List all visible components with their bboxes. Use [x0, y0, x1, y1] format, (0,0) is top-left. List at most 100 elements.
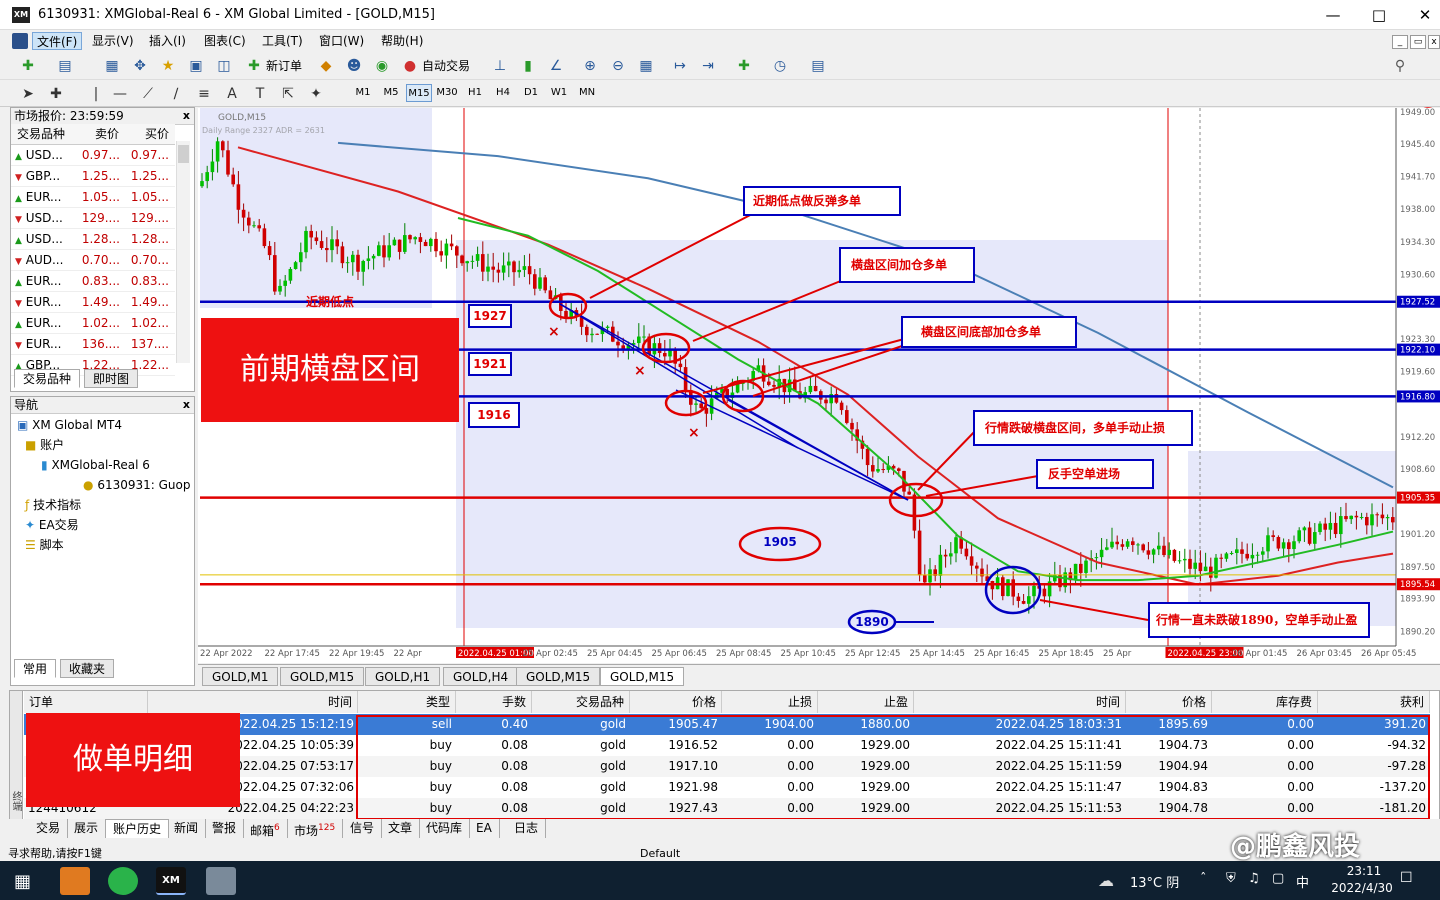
- menu-window[interactable]: 窗口(W): [315, 32, 368, 50]
- metaeditor-icon[interactable]: ◆: [316, 56, 336, 76]
- new-chart-icon[interactable]: ✚: [18, 56, 38, 76]
- col-symbol[interactable]: 交易品种: [532, 691, 630, 713]
- col-sl[interactable]: 止损: [722, 691, 818, 713]
- close-navigator-icon[interactable]: x: [183, 398, 190, 411]
- line-chart-icon[interactable]: ∠: [546, 56, 566, 76]
- tile-windows-icon[interactable]: ▦: [636, 56, 656, 76]
- tree-root[interactable]: ▣ XM Global MT4: [17, 415, 122, 435]
- tree-accounts[interactable]: ■ 账户: [25, 435, 64, 455]
- terminal-tab[interactable]: 邮箱6: [243, 819, 288, 838]
- mdi-close-button[interactable]: x: [1428, 35, 1440, 49]
- zoom-out-icon[interactable]: ⊖: [608, 56, 628, 76]
- tf-w1[interactable]: W1: [546, 84, 572, 102]
- fibonacci-icon[interactable]: ≡: [194, 84, 214, 104]
- tree-indicators[interactable]: ƒ 技术指标: [25, 495, 81, 515]
- market-watch-row[interactable]: ▼ EUR... 136.... 137....: [11, 334, 175, 355]
- text-label-icon[interactable]: T: [250, 84, 270, 104]
- market-watch-row[interactable]: ▼ USD... 129.... 129....: [11, 208, 175, 229]
- tree-account[interactable]: ● 6130931: Guop: [83, 475, 190, 495]
- terminal-tab[interactable]: 展示: [67, 819, 107, 838]
- terminal-tab[interactable]: 警报: [205, 819, 245, 838]
- horizontal-line-icon[interactable]: —: [110, 84, 130, 104]
- menu-charts[interactable]: 图表(C): [200, 32, 250, 50]
- notifications-icon[interactable]: ☐: [1400, 870, 1413, 886]
- periods-icon[interactable]: ◷: [770, 56, 790, 76]
- data-window-icon[interactable]: ★: [158, 56, 178, 76]
- indicators-icon[interactable]: ✚: [734, 56, 754, 76]
- menu-view[interactable]: 显示(V): [88, 32, 138, 50]
- menu-tools[interactable]: 工具(T): [258, 32, 307, 50]
- tab-favorites[interactable]: 收藏夹: [60, 659, 115, 678]
- terminal-tab[interactable]: 新闻: [167, 819, 207, 838]
- chart-tab-3[interactable]: GOLD,H1: [365, 667, 441, 686]
- clock-date[interactable]: 2022/4/30: [1322, 881, 1402, 895]
- tab-common[interactable]: 常用: [14, 659, 57, 678]
- templates-icon[interactable]: ▤: [808, 56, 828, 76]
- tree-scripts[interactable]: ☰ 脚本: [25, 535, 64, 555]
- chart-tab-1[interactable]: GOLD,M1: [202, 667, 279, 686]
- chart-tab-6[interactable]: GOLD,M15: [600, 667, 685, 686]
- chart-shift-icon[interactable]: ⇥: [698, 56, 718, 76]
- market-watch-row[interactable]: ▼ AUD... 0.70... 0.70...: [11, 250, 175, 271]
- market-watch-row[interactable]: ▼ EUR... 1.49... 1.49...: [11, 292, 175, 313]
- tf-d1[interactable]: D1: [518, 84, 544, 102]
- tree-server[interactable]: ▮ XMGlobal-Real 6: [41, 455, 150, 475]
- market-watch-row[interactable]: ▲ EUR... 0.83... 0.83...: [11, 271, 175, 292]
- terminal-tab[interactable]: 市场125: [287, 819, 344, 838]
- tf-h4[interactable]: H4: [490, 84, 516, 102]
- col-symbol[interactable]: 交易品种: [11, 124, 77, 144]
- col-order[interactable]: 订单: [24, 691, 148, 713]
- tf-m1[interactable]: M1: [350, 84, 376, 102]
- terminal-tab[interactable]: 账户历史: [105, 819, 170, 838]
- mdi-restore-button[interactable]: ▭: [1410, 35, 1426, 49]
- market-watch-row[interactable]: ▲ USD... 1.28... 1.28...: [11, 229, 175, 250]
- terminal-tab[interactable]: EA: [469, 819, 500, 838]
- col-open-time[interactable]: 时间: [148, 691, 358, 713]
- shapes-icon[interactable]: ✦: [306, 84, 326, 104]
- search-icon[interactable]: ⚲: [1390, 56, 1410, 76]
- tf-m5[interactable]: M5: [378, 84, 404, 102]
- new-order-icon[interactable]: ✚: [244, 56, 264, 76]
- auto-trading-button[interactable]: 自动交易: [422, 57, 470, 75]
- volume-icon[interactable]: ♫: [1248, 871, 1260, 886]
- auto-trading-icon[interactable]: ●: [400, 56, 420, 76]
- col-lots[interactable]: 手数: [456, 691, 532, 713]
- tf-m30[interactable]: M30: [434, 84, 460, 102]
- cursor-icon[interactable]: ➤: [18, 84, 38, 104]
- tab-symbols[interactable]: 交易品种: [14, 369, 81, 388]
- menu-insert[interactable]: 插入(I): [145, 32, 190, 50]
- security-icon[interactable]: ⛨: [1226, 871, 1236, 886]
- wechat-icon[interactable]: [108, 867, 138, 895]
- bar-chart-icon[interactable]: ⊥: [490, 56, 510, 76]
- navigator-icon[interactable]: ✥: [130, 56, 150, 76]
- col-bid[interactable]: 卖价: [77, 124, 123, 144]
- chart-window[interactable]: GOLD,M15 Daily Range 2327 ADR = 2631 × × ×…: [198, 108, 1440, 663]
- signals-icon[interactable]: ◉: [372, 56, 392, 76]
- col-tp[interactable]: 止盈: [818, 691, 914, 713]
- col-close-price[interactable]: 价格: [1126, 691, 1212, 713]
- chart-tab-5[interactable]: GOLD,M15: [516, 667, 601, 686]
- col-profit[interactable]: 获利: [1318, 691, 1430, 713]
- market-watch-row[interactable]: ▲ EUR... 1.02... 1.02...: [11, 313, 175, 334]
- auto-scroll-icon[interactable]: ↦: [670, 56, 690, 76]
- crosshair-icon[interactable]: ✚: [46, 84, 66, 104]
- trendline-icon[interactable]: ⟋: [138, 84, 158, 104]
- terminal-tab[interactable]: 交易: [29, 819, 69, 838]
- market-watch-row[interactable]: ▲ EUR... 1.05... 1.05...: [11, 187, 175, 208]
- terminal-tab[interactable]: 代码库: [419, 819, 471, 838]
- col-close-time[interactable]: 时间: [914, 691, 1126, 713]
- tf-m15[interactable]: M15: [406, 84, 432, 102]
- strategy-tester-icon[interactable]: ◫: [214, 56, 234, 76]
- market-watch-icon[interactable]: ▦: [102, 56, 122, 76]
- tree-experts[interactable]: ✦ EA交易: [25, 515, 79, 535]
- app-icon-1[interactable]: [60, 867, 90, 895]
- tf-mn[interactable]: MN: [574, 84, 600, 102]
- mdi-minimize-button[interactable]: _: [1392, 35, 1408, 49]
- zoom-in-icon[interactable]: ⊕: [580, 56, 600, 76]
- market-watch-row[interactable]: ▼ GBP... 1.25... 1.25...: [11, 166, 175, 187]
- menu-help[interactable]: 帮助(H): [377, 32, 427, 50]
- market-watch-row[interactable]: ▲ USD... 0.97... 0.97...: [11, 145, 175, 166]
- clock-time[interactable]: 23:11: [1334, 864, 1394, 878]
- windows-start-icon[interactable]: ▦: [14, 871, 31, 892]
- chart-tab-4[interactable]: GOLD,H4: [443, 667, 519, 686]
